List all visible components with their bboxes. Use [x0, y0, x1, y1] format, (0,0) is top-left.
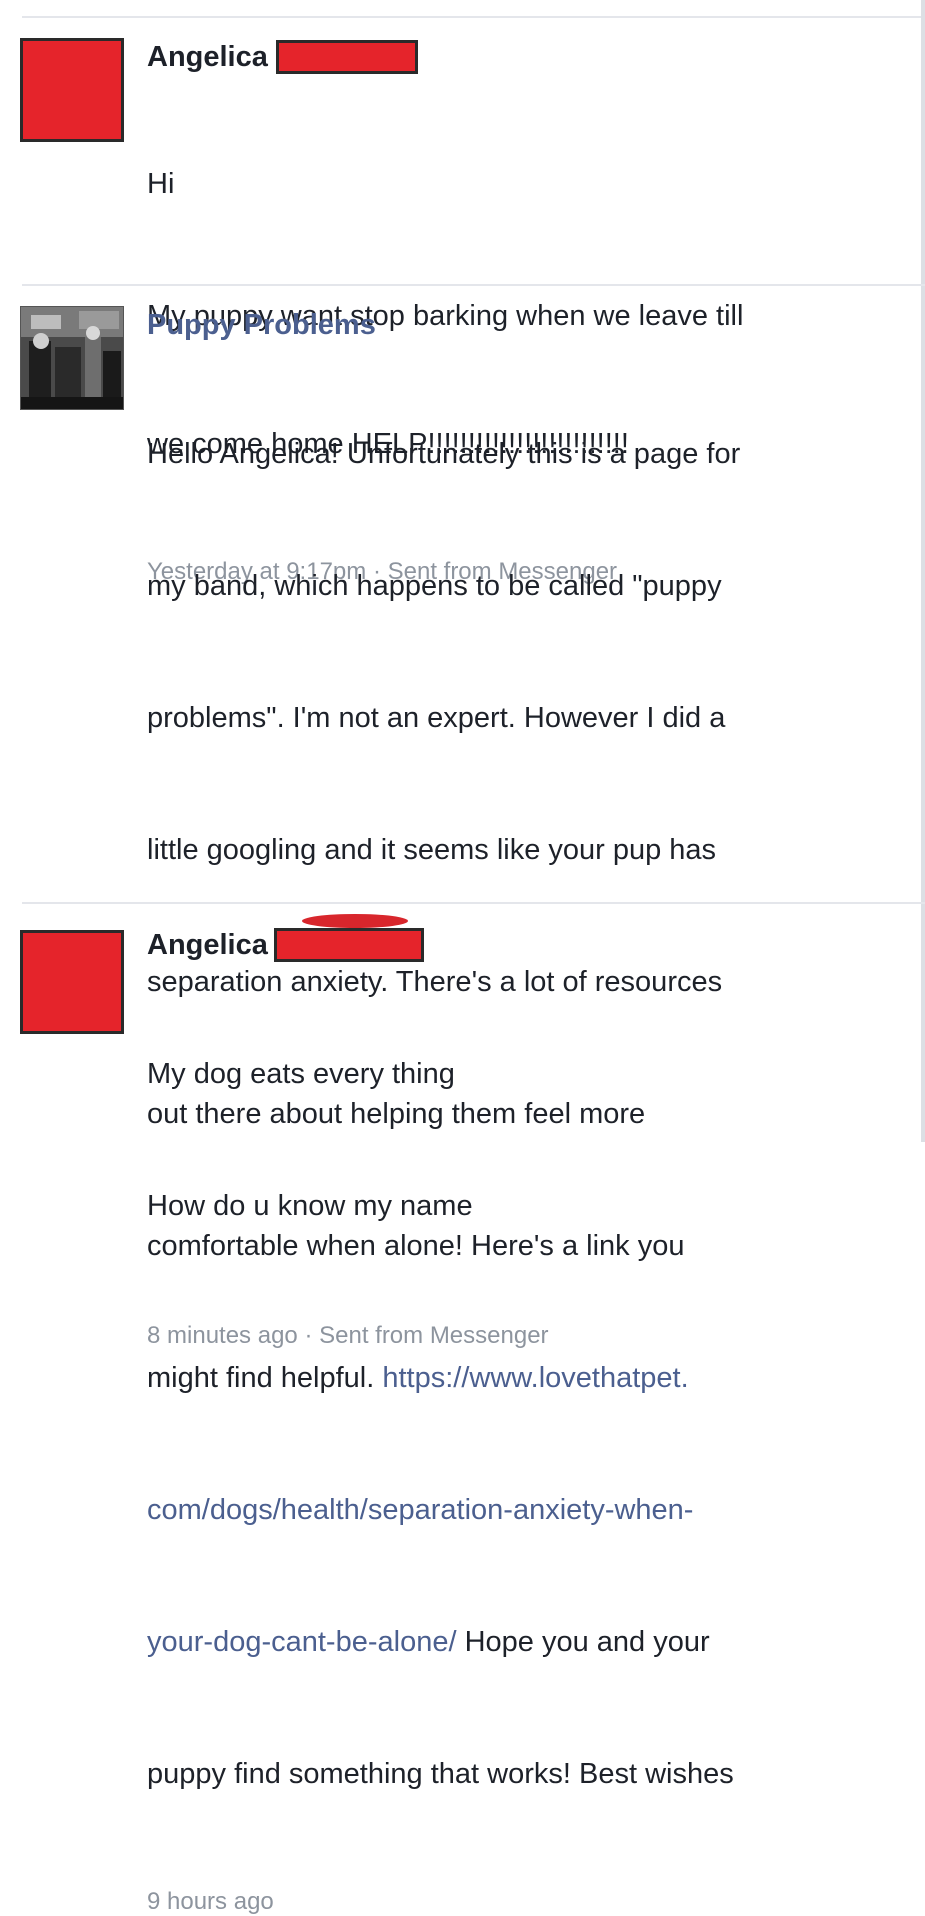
sender-name[interactable]: Angelica [147, 929, 268, 962]
message-line: My dog eats every thing [147, 1058, 455, 1090]
message-line: your-dog-cant-be-alone/ Hope you and you… [147, 1620, 917, 1664]
message-content: Angelica My dog eats every thing How do … [147, 914, 917, 1350]
band-photo-icon [21, 307, 123, 409]
sender-name[interactable]: Angelica [147, 41, 268, 74]
page-name[interactable]: Puppy Problems [147, 309, 376, 342]
resource-link-part[interactable]: https://www.lovethatpet. [382, 1362, 688, 1394]
message-meta: 9 hours ago [147, 1888, 917, 1916]
sender-row: Angelica [147, 926, 917, 964]
message-line: Hi [147, 168, 175, 200]
after-link-text: Hope you and your [456, 1626, 710, 1658]
message-divider [22, 284, 925, 286]
resource-link-part[interactable]: com/dogs/health/separation-anxiety-when- [147, 1488, 917, 1532]
sender-row: Angelica [147, 38, 917, 76]
surname-redaction [275, 40, 418, 74]
timestamp[interactable]: 8 minutes ago [147, 1322, 298, 1349]
message-divider [22, 902, 925, 904]
right-edge-border [921, 0, 925, 1142]
message-line: Hello Angelica! Unfortunately this is a … [147, 438, 741, 470]
avatar-band-photo[interactable] [20, 306, 124, 410]
redaction-smear [302, 914, 408, 928]
message-line: problems". I'm not an expert. However I … [147, 702, 726, 734]
avatar-redacted[interactable] [20, 38, 124, 142]
message-line: puppy find something that works! Best wi… [147, 1758, 734, 1790]
meta-separator: · [304, 1322, 313, 1349]
message-line: might find helpful. https://www.lovethat… [147, 1356, 917, 1400]
message-line: my band, which happens to be called "pup… [147, 570, 722, 602]
avatar-redacted[interactable] [20, 930, 124, 1034]
timestamp[interactable]: 9 hours ago [147, 1888, 274, 1915]
link-lead-text: might find helpful. [147, 1362, 383, 1394]
message-line: little googling and it seems like your p… [147, 834, 717, 866]
top-divider [22, 16, 925, 18]
surname-redaction [273, 928, 424, 962]
message-line: How do u know my name [147, 1190, 473, 1222]
resource-link-part[interactable]: your-dog-cant-be-alone/ [147, 1626, 457, 1658]
sender-row: Puppy Problems [147, 306, 917, 344]
message-meta: 8 minutes ago · Sent from Messenger [147, 1322, 917, 1350]
message-body: My dog eats every thing How do u know my… [147, 964, 917, 1316]
sent-from-messenger: Sent from Messenger [319, 1322, 549, 1349]
